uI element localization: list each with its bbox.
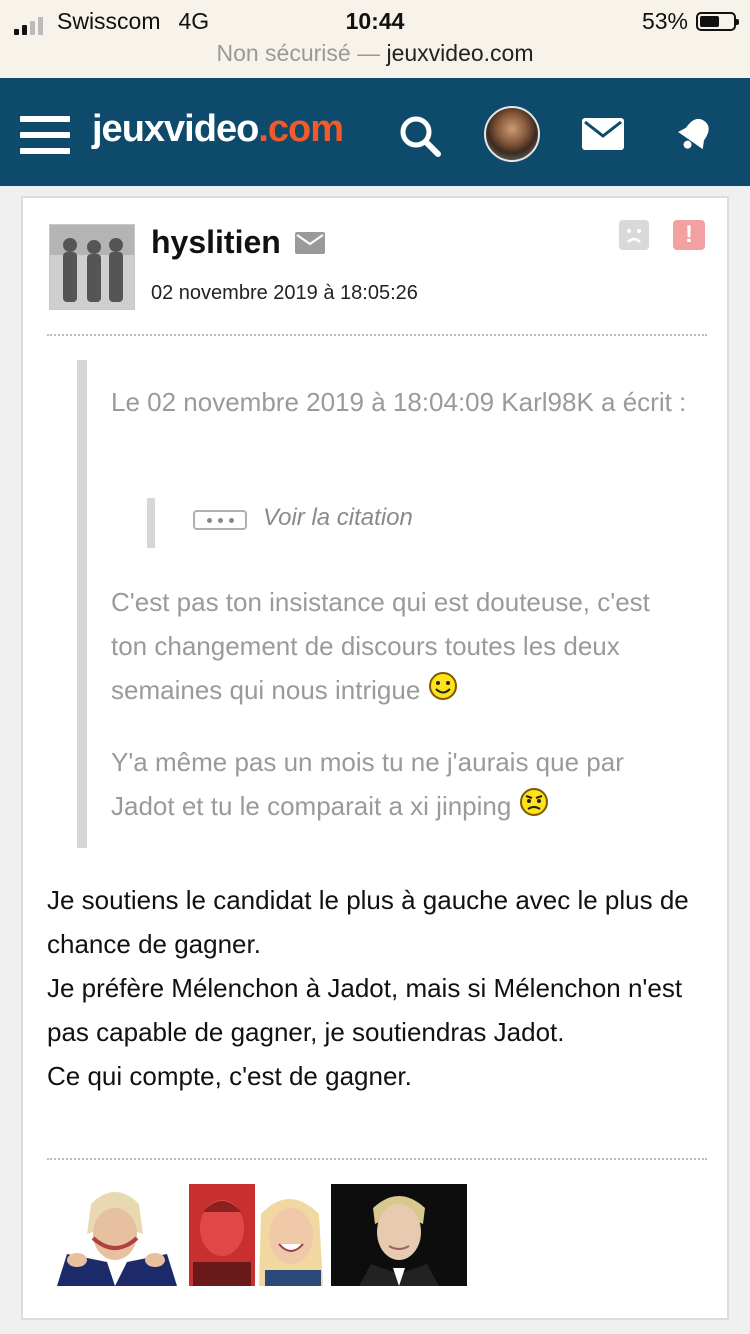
url-domain: jeuxvideo.com (386, 40, 534, 66)
post-body: Je soutiens le candidat le plus à gauche… (47, 878, 707, 1098)
search-icon[interactable] (398, 114, 442, 158)
battery-percent: 53% (641, 8, 688, 34)
status-bar: Swisscom 4G 10:44 53% Non sécurisé — jeu… (0, 0, 750, 78)
divider (47, 334, 707, 336)
clock: 10:44 (345, 8, 405, 34)
site-logo[interactable]: jeuxvideo.com (92, 108, 344, 151)
signature-image-1[interactable] (47, 1184, 183, 1286)
battery-icon (696, 12, 739, 31)
quote-paragraph-2: Y'a même pas un mois tu ne j'aurais que … (111, 740, 691, 828)
body-line-2: Je préfère Mélenchon à Jadot, mais si Mé… (47, 973, 683, 1047)
report-icon[interactable]: ! (673, 220, 705, 250)
author-name[interactable]: hyslitien (151, 224, 281, 261)
quote-paragraph-1-text: C'est pas ton insistance qui est douteus… (111, 587, 650, 705)
expand-quote-button[interactable] (193, 510, 247, 530)
logo-main: jeuxvideo (92, 108, 259, 150)
mail-icon[interactable] (582, 118, 624, 150)
quote-paragraph-1: C'est pas ton insistance qui est douteus… (111, 580, 691, 712)
sad-face-icon[interactable] (619, 220, 649, 250)
forum-post: hyslitien 02 novembre 2019 à 18:05:26 ! … (21, 196, 729, 1320)
signature-image-3[interactable] (331, 1184, 467, 1286)
site-header: jeuxvideo.com (0, 78, 750, 186)
avatar-image (50, 225, 134, 309)
see-quote-link[interactable]: Voir la citation (263, 504, 413, 532)
signature-image-2[interactable] (189, 1184, 325, 1286)
url-bar[interactable]: Non sécurisé — jeuxvideo.com (0, 40, 750, 67)
signature-divider (47, 1158, 707, 1160)
smiley-suspicious-icon (520, 788, 549, 817)
logo-suffix: .com (258, 108, 344, 150)
bell-icon[interactable] (676, 114, 714, 154)
body-line-3: Ce qui compte, c'est de gagner. (47, 1061, 412, 1091)
private-message-icon[interactable] (295, 232, 325, 254)
body-line-1: Je soutiens le candidat le plus à gauche… (47, 885, 689, 959)
author-avatar[interactable] (49, 224, 135, 310)
security-label: Non sécurisé — (216, 40, 381, 66)
post-date: 02 novembre 2019 à 18:05:26 (151, 282, 418, 304)
nested-quote: Voir la citation (147, 498, 655, 548)
user-avatar[interactable] (484, 106, 540, 162)
smiley-happy-icon (429, 672, 458, 701)
quote-block: Le 02 novembre 2019 à 18:04:09 Karl98K a… (77, 360, 707, 848)
quote-header: Le 02 novembre 2019 à 18:04:09 Karl98K a… (111, 387, 687, 417)
status-right: 53% (641, 8, 739, 35)
menu-icon[interactable] (20, 116, 70, 154)
